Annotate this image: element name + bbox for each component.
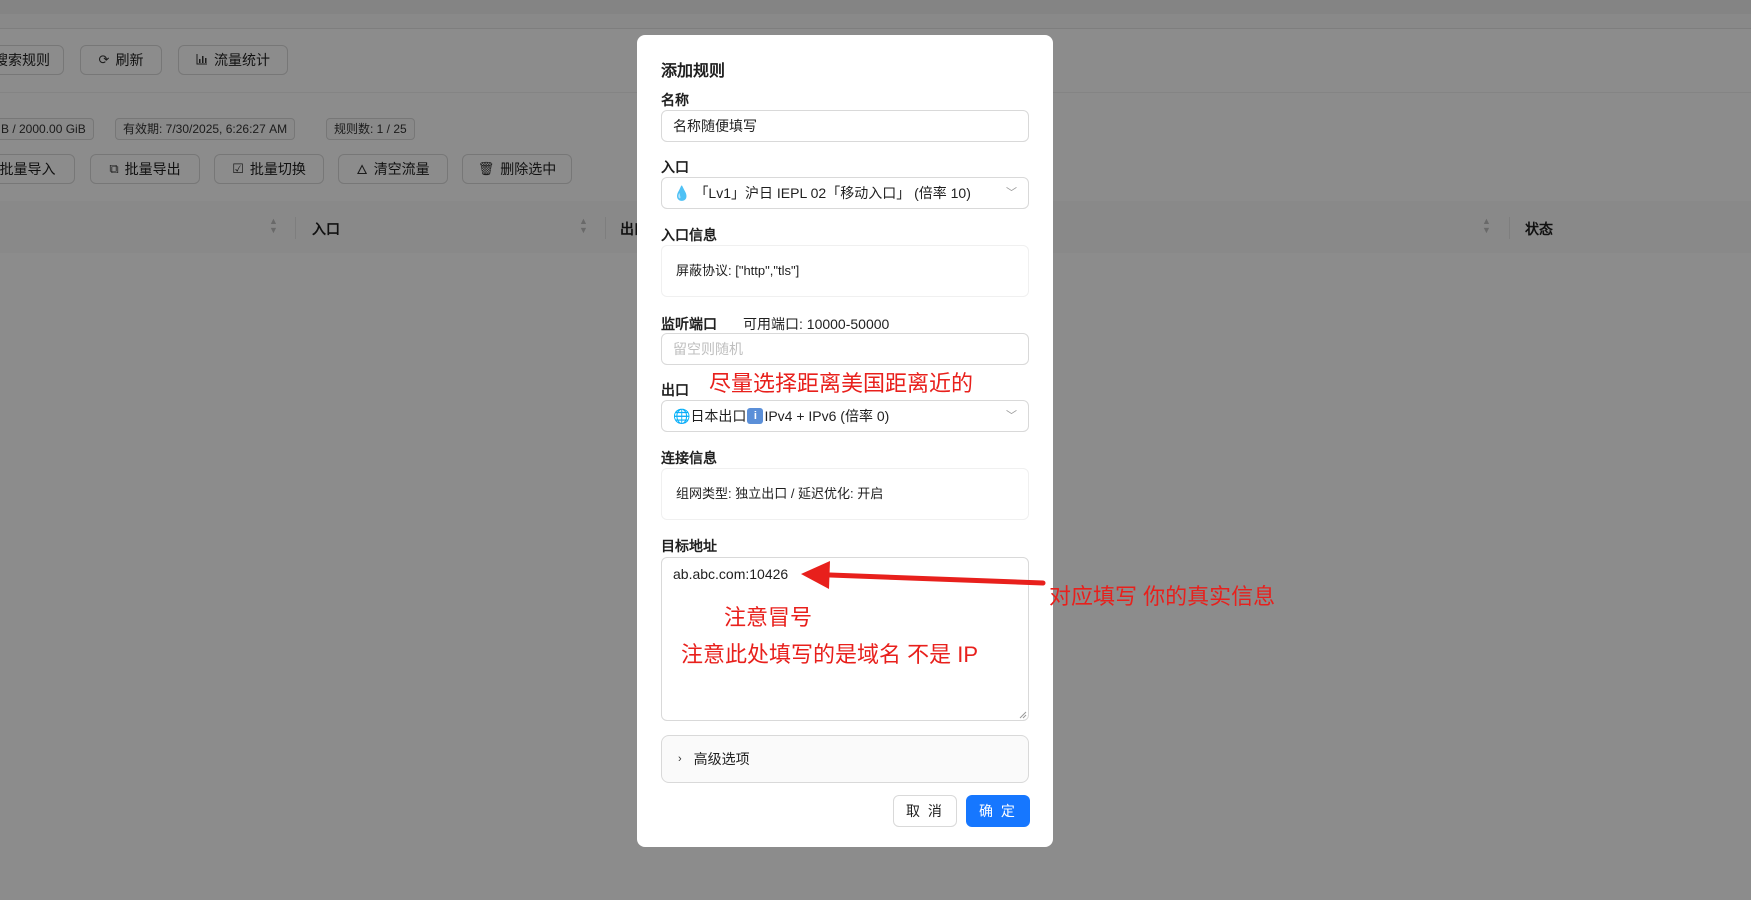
page: 搜索规则 ⟳ 刷新 流量统计 B / 2000.00 GiB 有效期: 7/30… bbox=[0, 0, 1751, 900]
annotation-arrow-icon bbox=[801, 561, 1046, 589]
